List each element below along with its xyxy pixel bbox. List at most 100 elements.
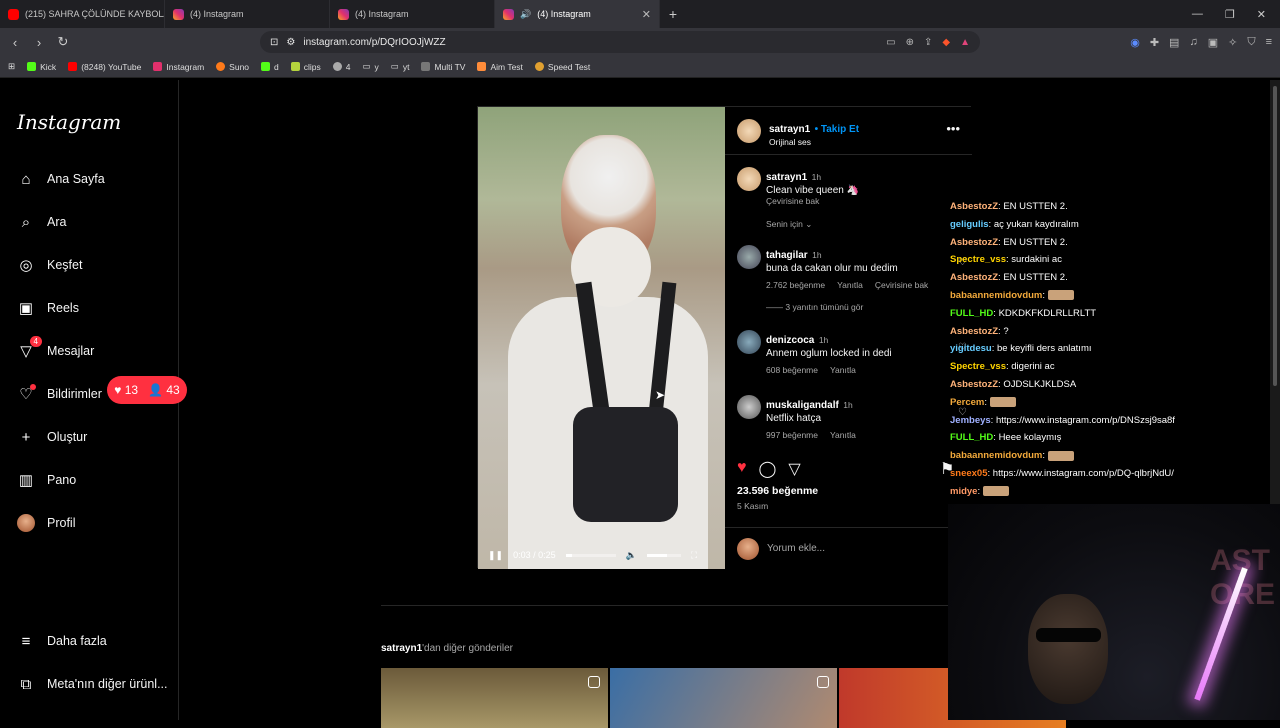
translate-link[interactable]: Çevirisine bak xyxy=(875,280,928,290)
volume-slider[interactable] xyxy=(646,553,681,557)
fullscreen-icon[interactable]: ⛶ xyxy=(691,550,697,561)
like-count[interactable]: 23.596 beğenme xyxy=(737,485,818,497)
audio-label[interactable]: Orijinal ses xyxy=(769,137,859,147)
bookmark-4[interactable]: 4 xyxy=(332,62,351,72)
bookmark-youtube[interactable]: (8248) YouTube xyxy=(68,62,141,72)
browser-tab-instagram-2[interactable]: (4) Instagram xyxy=(330,0,495,28)
reply-button[interactable]: Yanıtla xyxy=(830,430,856,440)
view-replies[interactable]: —— 3 yanıtın tümünü gör xyxy=(766,302,956,312)
reply-button[interactable]: Yanıtla xyxy=(830,365,856,375)
forward-icon[interactable]: › xyxy=(32,35,46,50)
caption-avatar[interactable] xyxy=(737,167,761,191)
sidebar-item-create[interactable]: + Oluştur xyxy=(17,428,88,446)
bookmark-icon[interactable]: ⊡ xyxy=(270,37,278,48)
volume-icon[interactable]: 🔈 xyxy=(626,550,637,561)
video-progress-bar[interactable] xyxy=(565,553,616,557)
menu-icon[interactable]: ≡ xyxy=(1266,36,1272,49)
bookmark-suno[interactable]: Suno xyxy=(216,62,249,72)
bookmark-folder-yt[interactable]: ▭ yt xyxy=(391,61,410,72)
sidebar-item-home[interactable]: ⌂ Ana Sayfa xyxy=(17,170,104,188)
sidebar-item-more[interactable]: ≡ Daha fazla xyxy=(17,632,107,650)
translate-link[interactable]: Çevirisine bak xyxy=(766,196,956,206)
brave-shield-icon[interactable]: ◆ xyxy=(942,37,950,48)
comment-likes[interactable]: 997 beğenme xyxy=(766,430,818,440)
bookmark-aimtest[interactable]: Aim Test xyxy=(477,62,523,72)
author-avatar[interactable] xyxy=(737,119,761,143)
sidebar-item-profile[interactable]: Profil xyxy=(17,514,75,532)
comment-likes[interactable]: 2.762 beğenme xyxy=(766,280,825,290)
sidebar-item-dashboard[interactable]: ▥ Pano xyxy=(17,471,76,489)
bookmark-folder-y[interactable]: ▭ y xyxy=(363,61,379,72)
puzzle-icon[interactable]: ✚ xyxy=(1150,36,1159,49)
zoom-icon[interactable]: ⊕ xyxy=(906,37,914,48)
comment-username[interactable]: denizcoca xyxy=(766,335,814,346)
like-heart-icon[interactable]: ♥ xyxy=(737,459,747,479)
bookmark-d[interactable]: d xyxy=(261,62,279,72)
apps-grid-icon[interactable]: ⊞ xyxy=(8,61,15,72)
follow-button[interactable]: • Takip Et xyxy=(815,124,859,135)
author-username[interactable]: satrayn1 xyxy=(769,124,810,135)
commenter-avatar[interactable] xyxy=(737,245,761,269)
sidebar-item-notifications[interactable]: ♡ Bildirimler xyxy=(17,384,102,403)
chat-text: https://www.instagram.com/p/DQ-qlbrjNdU/ xyxy=(992,467,1174,479)
share-icon[interactable]: ▽ xyxy=(788,459,800,479)
maximize-icon[interactable]: ❐ xyxy=(1225,8,1235,21)
post-thumbnail[interactable] xyxy=(610,668,837,728)
sidebar-toggle-icon[interactable]: ▤ xyxy=(1169,36,1179,49)
bookmark-kick[interactable]: Kick xyxy=(27,62,56,72)
bookmark-speedtest[interactable]: Speed Test xyxy=(534,62,590,72)
bookmark-clips[interactable]: clips xyxy=(290,62,321,72)
bookmark-instagram[interactable]: Instagram xyxy=(153,62,204,72)
message-count-badge: 4 xyxy=(29,336,42,347)
reply-button[interactable]: Yanıtla xyxy=(837,280,863,290)
browser-tab-instagram-active[interactable]: 🔊 (4) Instagram ✕ xyxy=(495,0,660,28)
wallet-icon[interactable]: ▣ xyxy=(1208,36,1218,49)
url-text[interactable]: instagram.com/p/DQrIOOJjWZZ xyxy=(303,37,445,48)
chat-username: Percem xyxy=(950,396,985,408)
extension-icon[interactable]: ◉ xyxy=(1130,36,1140,49)
for-you-dropdown[interactable]: Senin için ⌄ xyxy=(766,219,812,230)
reel-video[interactable]: ❚❚ 0:03 / 0:25 🔈 ⛶ xyxy=(478,107,725,569)
comment-input[interactable]: Yorum ekle... xyxy=(767,543,825,554)
comment-username[interactable]: tahagilar xyxy=(766,250,808,261)
leo-ai-icon[interactable]: ✧ xyxy=(1228,36,1237,49)
tab-label: (215) SAHRA ÇÖLÜNDE KAYBOLAN İ… xyxy=(25,9,164,19)
commenter-avatar[interactable] xyxy=(737,395,761,419)
commenter-avatar[interactable] xyxy=(737,330,761,354)
notification-pill[interactable]: ♥ 13 👤 43 xyxy=(107,376,187,404)
cast-icon[interactable]: ▭ xyxy=(886,37,895,48)
caption-username[interactable]: satrayn1 xyxy=(766,172,807,183)
bookmark-multitv[interactable]: Multi TV xyxy=(421,62,465,72)
new-tab-button[interactable]: + xyxy=(660,6,686,22)
comment-username[interactable]: muskaligandalf xyxy=(766,400,839,411)
sidebar-item-meta[interactable]: ⧉ Meta'nın diğer ürünl... xyxy=(17,675,168,693)
speaker-icon[interactable]: 🔊 xyxy=(520,9,531,20)
more-posts-username[interactable]: satrayn1 xyxy=(381,643,422,654)
brave-rewards-icon[interactable]: ▲ xyxy=(960,37,970,48)
pause-icon[interactable]: ❚❚ xyxy=(488,550,503,561)
messenger-icon: ▽ 4 xyxy=(17,336,42,360)
reload-icon[interactable]: ↻ xyxy=(56,34,70,50)
close-tab-icon[interactable]: ✕ xyxy=(642,8,651,21)
post-thumbnail[interactable] xyxy=(381,668,608,728)
browser-tab-instagram-1[interactable]: (4) Instagram xyxy=(165,0,330,28)
instagram-logo[interactable]: Instagram xyxy=(17,110,121,134)
vpn-icon[interactable]: ⛉ xyxy=(1247,36,1255,49)
sidebar-item-explore[interactable]: ◎ Keşfet xyxy=(17,256,82,274)
comment-likes[interactable]: 608 beğenme xyxy=(766,365,818,375)
comment-icon[interactable]: ◯ xyxy=(759,459,777,479)
sidebar-item-search[interactable]: ⌕ Ara xyxy=(17,213,67,231)
sidebar-item-reels[interactable]: ▣ Reels xyxy=(17,299,79,317)
close-window-icon[interactable]: ✕ xyxy=(1257,8,1266,21)
browser-tab-youtube[interactable]: (215) SAHRA ÇÖLÜNDE KAYBOLAN İ… xyxy=(0,0,165,28)
address-bar[interactable]: ⊡ ⚙ instagram.com/p/DQrIOOJjWZZ ▭ ⊕ ⇪ ◆ … xyxy=(260,31,980,53)
back-icon[interactable]: ‹ xyxy=(8,35,22,50)
sidebar-item-messages[interactable]: ▽ 4 Mesajlar xyxy=(17,336,94,360)
music-icon[interactable]: ♫ xyxy=(1189,36,1197,49)
hamburger-icon: ≡ xyxy=(21,632,31,650)
site-settings-icon[interactable]: ⚙ xyxy=(286,37,295,48)
share-icon[interactable]: ⇪ xyxy=(924,37,932,48)
more-options-icon[interactable]: ••• xyxy=(946,121,960,136)
reels-icon: ▣ xyxy=(18,300,34,317)
minimize-icon[interactable]: — xyxy=(1192,8,1203,21)
